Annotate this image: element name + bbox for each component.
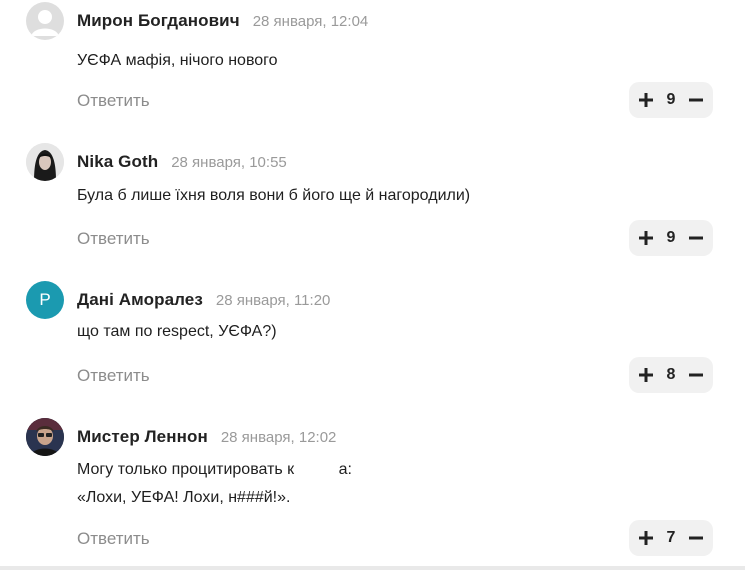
- downvote-button[interactable]: [687, 229, 705, 247]
- comment-date: 28 января, 12:02: [220, 428, 337, 446]
- user-placeholder-icon: [31, 10, 59, 36]
- avatar-letter: Р: [39, 290, 51, 309]
- vote-control: 9: [629, 220, 713, 256]
- downvote-button[interactable]: [687, 91, 705, 109]
- plus-icon: [639, 93, 653, 107]
- author-name[interactable]: Мистер Леннон: [77, 427, 208, 447]
- plus-icon: [639, 368, 653, 382]
- comment: Nika Goth 28 января, 10:55 Була б лише ї…: [0, 143, 745, 263]
- minus-icon: [689, 373, 703, 377]
- reply-button[interactable]: Ответить: [77, 91, 150, 111]
- vote-control: 7: [629, 520, 713, 556]
- avatar[interactable]: [26, 2, 64, 40]
- comment-text-line: що там по respect, УЄФА?): [77, 323, 277, 340]
- comment-date: 28 января, 11:20: [215, 291, 331, 309]
- author-name[interactable]: Мирон Богданович: [77, 11, 240, 31]
- comment-date: 28 января, 12:04: [252, 12, 369, 30]
- comment-text: що там по respect, УЄФА?): [77, 318, 277, 346]
- reply-button[interactable]: Ответить: [77, 229, 150, 249]
- comment-text: УЄФА мафія, нічого нового: [77, 47, 278, 75]
- user-photo-icon: [26, 143, 64, 181]
- comments-list: Мирон Богданович 28 января, 12:04 УЄФА м…: [0, 0, 745, 570]
- upvote-button[interactable]: [637, 529, 655, 547]
- minus-icon: [689, 236, 703, 240]
- comment-text: Була б лише їхня воля вони б його ще й н…: [77, 182, 470, 210]
- vote-count: 9: [666, 91, 676, 108]
- author-name[interactable]: Nika Goth: [77, 152, 158, 172]
- vote-count: 9: [666, 229, 676, 246]
- vote-count: 7: [666, 529, 676, 546]
- reply-button[interactable]: Ответить: [77, 366, 150, 386]
- comment: Р Дані Аморалез 28 января, 11:20 що там …: [0, 281, 745, 401]
- avatar[interactable]: [26, 143, 64, 181]
- avatar[interactable]: [26, 418, 64, 456]
- comment-date: 28 января, 10:55: [171, 153, 287, 171]
- upvote-button[interactable]: [637, 229, 655, 247]
- vote-control: 9: [629, 82, 713, 118]
- reply-button[interactable]: Ответить: [77, 529, 150, 549]
- comment: Мистер Леннон 28 января, 12:02 Могу толь…: [0, 418, 745, 563]
- comment-text-line: «Лохи, УЕФА! Лохи, н###й!».: [77, 489, 291, 506]
- minus-icon: [689, 536, 703, 540]
- downvote-button[interactable]: [687, 366, 705, 384]
- avatar[interactable]: Р: [26, 281, 64, 319]
- bottom-divider: [0, 566, 745, 570]
- comment-text-line: УЄФА мафія, нічого нового: [77, 52, 278, 69]
- plus-icon: [639, 531, 653, 545]
- upvote-button[interactable]: [637, 91, 655, 109]
- plus-icon: [639, 231, 653, 245]
- author-name[interactable]: Дані Аморалез: [77, 290, 203, 310]
- minus-icon: [689, 98, 703, 102]
- comment-text-line: Могу только процитировать к а:: [77, 461, 352, 478]
- comment: Мирон Богданович 28 января, 12:04 УЄФА м…: [0, 2, 745, 122]
- vote-control: 8: [629, 357, 713, 393]
- vote-count: 8: [666, 366, 676, 383]
- comment-header: Мистер Леннон 28 января, 12:02: [77, 418, 336, 456]
- comment-text-line: Була б лише їхня воля вони б його ще й н…: [77, 187, 471, 204]
- comment-header: Nika Goth 28 января, 10:55: [77, 143, 287, 181]
- downvote-button[interactable]: [687, 529, 705, 547]
- comment-header: Дані Аморалез 28 января, 11:20: [77, 281, 330, 319]
- upvote-button[interactable]: [637, 366, 655, 384]
- comment-header: Мирон Богданович 28 января, 12:04: [77, 2, 368, 40]
- comment-text: Могу только процитировать к а: «Лохи, УЕ…: [77, 456, 352, 512]
- user-photo-icon: [26, 418, 64, 456]
